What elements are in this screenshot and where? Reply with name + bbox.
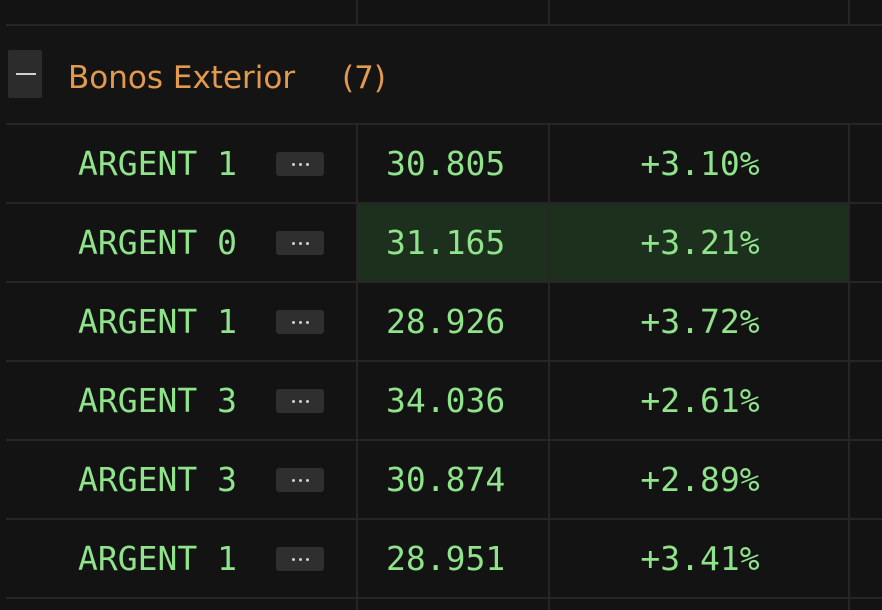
last-price: 28.951	[386, 539, 506, 578]
ellipsis-icon	[299, 163, 302, 166]
table-row[interactable]: ARGENT 1 28.951 +3.41%	[6, 520, 882, 598]
ellipsis-icon	[306, 163, 309, 166]
group-title: Bonos Exterior	[68, 60, 296, 96]
instrument-name: ARGENT 3	[78, 460, 237, 499]
ellipsis-icon	[306, 321, 309, 324]
ellipsis-icon	[292, 163, 295, 166]
table-row[interactable]: ARGENT 3 30.874 +2.89%	[6, 441, 882, 519]
row-divider	[6, 281, 882, 283]
price-change: +3.41%	[640, 539, 760, 578]
ellipsis-icon	[299, 242, 302, 245]
ellipsis-icon	[292, 558, 295, 561]
ellipsis-icon	[292, 242, 295, 245]
ellipsis-icon	[306, 400, 309, 403]
ellipsis-icon	[299, 558, 302, 561]
column-divider	[548, 0, 550, 26]
column-divider	[848, 0, 850, 26]
ellipsis-icon	[299, 321, 302, 324]
ellipsis-icon	[292, 321, 295, 324]
ellipsis-icon	[299, 479, 302, 482]
row-menu-button[interactable]	[276, 152, 324, 176]
table-row[interactable]: ARGENT 3 34.036 +2.61%	[6, 362, 882, 440]
column-divider	[356, 125, 358, 610]
price-change: +3.72%	[640, 302, 760, 341]
instrument-name: ARGENT 1	[78, 302, 237, 341]
ellipsis-icon	[306, 479, 309, 482]
table-row[interactable]: ARGENT 1 30.805 +3.10%	[6, 125, 882, 203]
group-count: (7)	[342, 60, 386, 96]
instrument-name: ARGENT 3	[78, 381, 237, 420]
ellipsis-icon	[306, 558, 309, 561]
column-divider	[356, 0, 358, 26]
row-menu-button[interactable]	[276, 389, 324, 413]
row-divider	[6, 439, 882, 441]
row-menu-button[interactable]	[276, 310, 324, 334]
row-menu-button[interactable]	[276, 231, 324, 255]
price-change: +2.61%	[640, 381, 760, 420]
row-menu-button[interactable]	[276, 547, 324, 571]
last-price: 30.805	[386, 144, 506, 183]
column-divider	[548, 125, 550, 610]
column-divider	[848, 125, 850, 610]
price-change: +3.10%	[640, 144, 760, 183]
ellipsis-icon	[299, 400, 302, 403]
instrument-name: ARGENT 0	[78, 223, 237, 262]
instrument-name: ARGENT 1	[78, 144, 237, 183]
ellipsis-icon	[292, 479, 295, 482]
row-divider	[6, 597, 882, 599]
quote-table: Bonos Exterior (7) ARGENT 1 30.805 +3.10…	[0, 0, 882, 610]
last-price: 30.874	[386, 460, 506, 499]
last-price: 28.926	[386, 302, 506, 341]
row-divider	[6, 202, 882, 204]
ellipsis-icon	[292, 400, 295, 403]
row-divider	[6, 360, 882, 362]
ellipsis-icon	[306, 242, 309, 245]
last-price: 31.165	[386, 223, 506, 262]
price-change: +2.89%	[640, 460, 760, 499]
price-change: +3.21%	[640, 223, 760, 262]
collapse-group-button[interactable]	[8, 50, 42, 98]
row-menu-button[interactable]	[276, 468, 324, 492]
table-row[interactable]: ARGENT 1 28.926 +3.72%	[6, 283, 882, 361]
instrument-name: ARGENT 1	[78, 539, 237, 578]
last-price: 34.036	[386, 381, 506, 420]
minus-icon	[16, 73, 36, 75]
row-divider	[6, 518, 882, 520]
table-row[interactable]: ARGENT 0 31.165 +3.21%	[6, 204, 882, 282]
